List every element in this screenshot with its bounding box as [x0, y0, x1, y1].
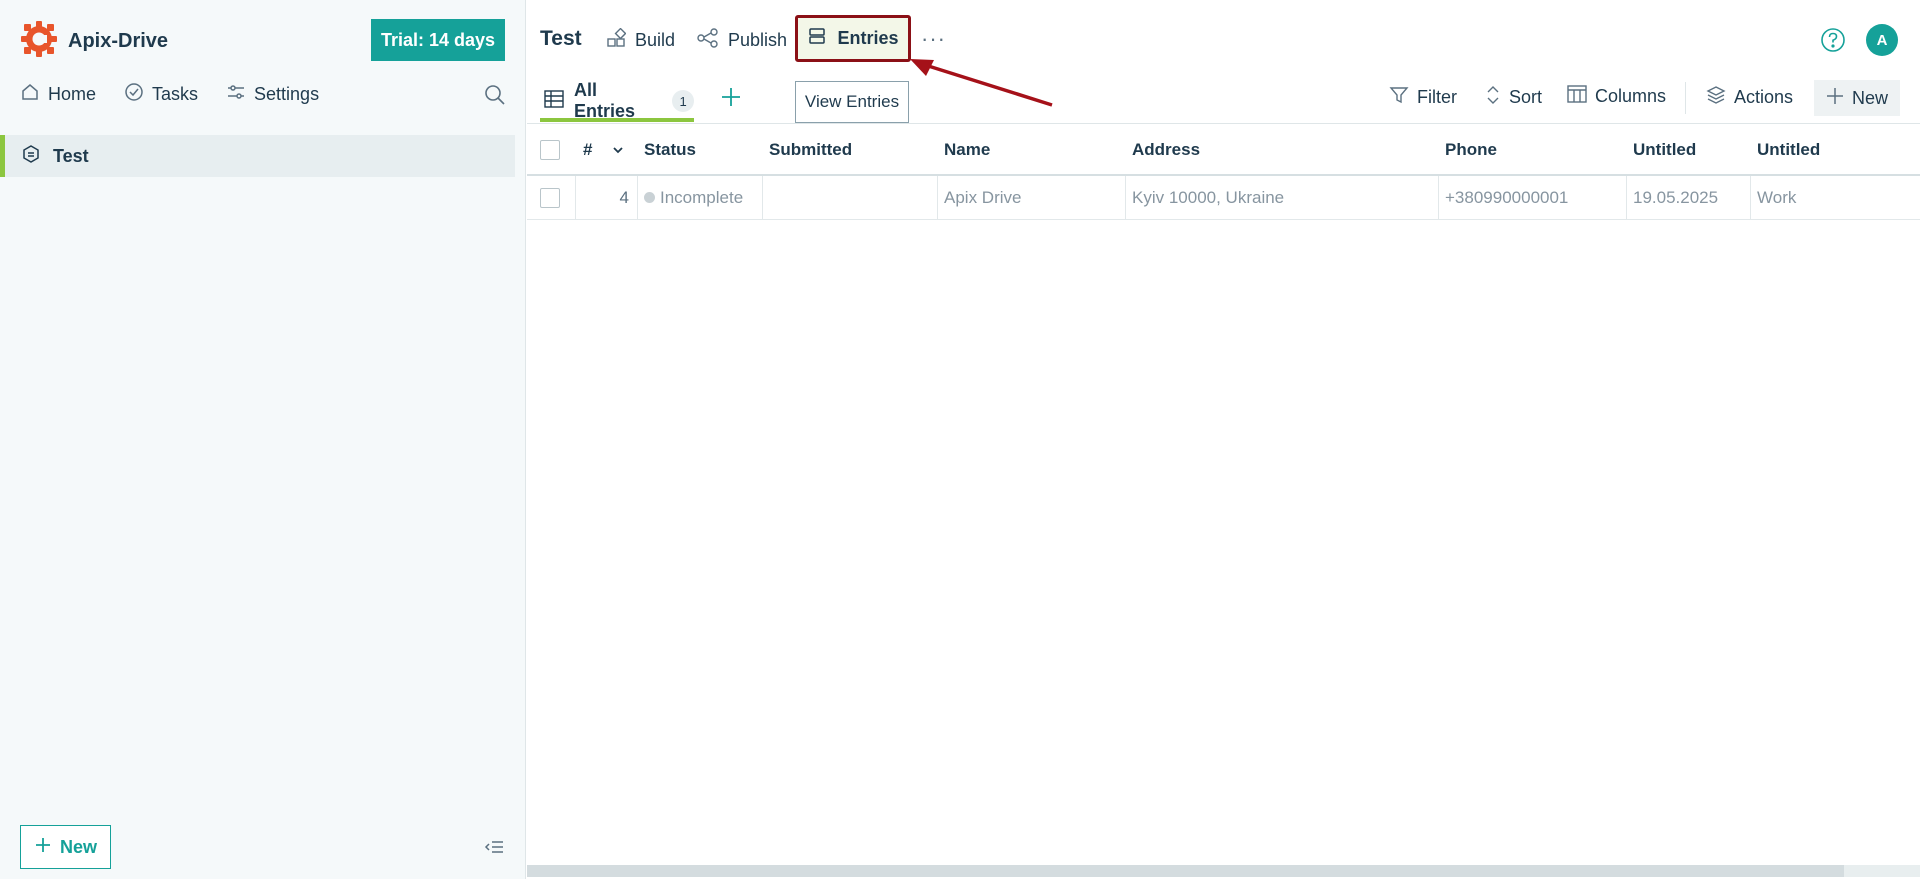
sidebar-form-test[interactable]: Test [0, 135, 515, 177]
plus-icon [34, 836, 52, 859]
form-icon [21, 144, 41, 169]
new-form-button[interactable]: New [20, 825, 111, 869]
table-header: # Status Submitted Name Address Phone Un… [527, 123, 1920, 176]
sidebar: Apix-Drive Trial: 14 days Home Tasks Set… [0, 0, 526, 879]
sidebar-item-label: Home [48, 84, 97, 104]
search-icon[interactable] [484, 84, 506, 111]
tooltip-view-entries: View Entries [795, 81, 909, 123]
toolbar-divider [1685, 82, 1686, 114]
layers-icon [1706, 85, 1726, 110]
brand-name: Apix-Drive [68, 30, 169, 52]
sidebar-form-label: Test [53, 145, 89, 166]
cell-address: Kyiv 10000, Ukraine [1126, 176, 1439, 219]
scrollbar-thumb[interactable] [527, 865, 1844, 877]
table-row[interactable]: 4 Incomplete Apix Drive Kyiv 10000, Ukra… [527, 176, 1920, 220]
main-content: Test Build Publish Entries ··· A View En… [527, 0, 1920, 879]
add-view-icon[interactable] [720, 86, 742, 113]
sidebar-item-home[interactable]: Home [20, 82, 96, 107]
column-header-untitled-1[interactable]: Untitled [1627, 124, 1751, 175]
column-header-name[interactable]: Name [938, 124, 1126, 175]
sidebar-item-tasks[interactable]: Tasks [124, 82, 198, 107]
select-all-cell [527, 124, 577, 175]
build-icon [606, 27, 627, 53]
sort-column-chevron-down-icon[interactable] [606, 124, 626, 175]
filter-icon [1389, 85, 1409, 110]
entries-count-badge: 1 [672, 90, 694, 112]
trial-button[interactable]: Trial: 14 days [371, 19, 505, 61]
row-select-cell [527, 176, 576, 219]
columns-label: Columns [1595, 86, 1667, 106]
new-form-label: New [59, 836, 97, 857]
tab-label: Build [635, 30, 676, 50]
tab-label: Entries [837, 28, 899, 48]
filter-label: Filter [1417, 87, 1457, 107]
tab-label: Publish [728, 30, 788, 50]
sliders-icon [226, 82, 246, 107]
gear-logo-icon [20, 20, 58, 63]
column-header-address[interactable]: Address [1126, 124, 1439, 175]
annotation-arrow-icon [910, 59, 1053, 107]
home-icon [20, 82, 40, 107]
sidebar-item-label: Settings [254, 84, 320, 104]
sidebar-item-label: Tasks [152, 84, 199, 104]
sidebar-item-settings[interactable]: Settings [226, 82, 319, 107]
help-icon[interactable] [1820, 27, 1846, 58]
filter-button[interactable]: Filter [1389, 85, 1457, 110]
actions-button[interactable]: Actions [1706, 85, 1793, 110]
horizontal-scrollbar[interactable] [527, 865, 1920, 877]
brand[interactable]: Apix-Drive [20, 20, 168, 63]
sort-icon [1485, 85, 1501, 110]
page-title: Test [540, 27, 582, 50]
cell-phone: +380990000001 [1439, 176, 1627, 219]
entries-table: # Status Submitted Name Address Phone Un… [527, 123, 1920, 220]
top-bar: Test Build Publish Entries ··· A [527, 0, 1920, 80]
select-all-checkbox[interactable] [540, 139, 560, 160]
view-tab-label: All Entries [574, 80, 636, 121]
tab-entries[interactable]: Entries [795, 15, 911, 62]
tab-publish[interactable]: Publish [697, 28, 787, 53]
actions-label: Actions [1734, 87, 1794, 107]
columns-button[interactable]: Columns [1567, 85, 1666, 108]
status-dot-icon [644, 192, 655, 203]
row-checkbox[interactable] [540, 187, 560, 208]
more-options-icon[interactable]: ··· [921, 26, 946, 52]
view-tab-all-entries[interactable]: All Entries 1 [540, 80, 694, 122]
status-label: Incomplete [660, 187, 744, 207]
new-entry-button[interactable]: New [1814, 80, 1900, 116]
tab-build[interactable]: Build [606, 27, 676, 53]
collapse-sidebar-icon[interactable] [484, 839, 504, 860]
columns-icon [1567, 85, 1587, 108]
cell-name: Apix Drive [938, 176, 1126, 219]
plus-icon [1826, 87, 1844, 110]
sort-label: Sort [1509, 87, 1543, 107]
cell-submitted [763, 176, 938, 219]
sidebar-nav: Home Tasks Settings [20, 82, 319, 107]
cell-untitled-2: Work [1757, 187, 1797, 207]
new-entry-label: New [1851, 87, 1888, 108]
column-header-status[interactable]: Status [638, 124, 761, 175]
check-circle-icon [124, 82, 144, 107]
sort-button[interactable]: Sort [1485, 85, 1542, 110]
share-icon [697, 28, 719, 53]
avatar[interactable]: A [1866, 24, 1898, 56]
cell-status: Incomplete [638, 176, 763, 219]
entries-icon [807, 26, 827, 51]
column-header-submitted[interactable]: Submitted [763, 124, 938, 175]
column-header-untitled-2[interactable]: Untitled [1751, 124, 1920, 175]
grid-icon [544, 89, 564, 113]
column-header-phone[interactable]: Phone [1439, 124, 1627, 175]
cell-number: 4 [576, 176, 638, 219]
cell-untitled-1: 19.05.2025 [1627, 176, 1751, 219]
